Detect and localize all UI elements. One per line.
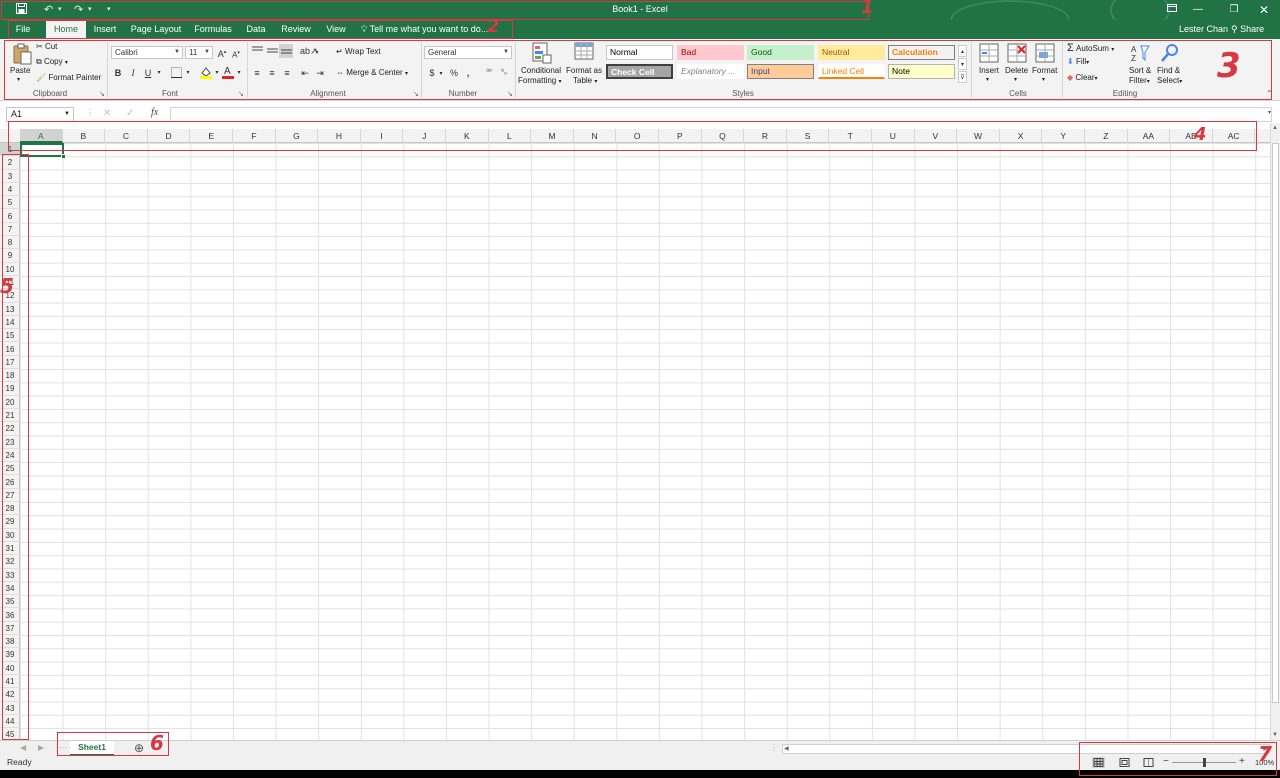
annotation-box-2 xyxy=(8,20,513,39)
formula-input[interactable] xyxy=(170,107,1272,122)
excel-window: ↶ ▾ ↷ ▾ ▾ Book1 - Excel — ❐ ✕ File Home … xyxy=(0,0,1280,778)
annotation-label-4: 4 xyxy=(1194,124,1207,145)
scroll-up-icon[interactable]: ▲ xyxy=(1272,125,1278,131)
restore-icon[interactable]: ❐ xyxy=(1222,2,1246,18)
person-icon: ⚲ xyxy=(1231,24,1238,34)
user-name[interactable]: Lester Chan xyxy=(1179,20,1228,39)
annotation-label-7: 7 xyxy=(1258,742,1272,766)
more-options-icon: ⋮ xyxy=(86,108,94,117)
tab-split-handle[interactable]: ⋮ xyxy=(770,743,778,752)
annotation-label-2: 2 xyxy=(487,16,500,37)
insert-function-icon[interactable]: fx xyxy=(151,107,158,118)
cancel-icon[interactable]: ✕ xyxy=(103,108,111,119)
minimize-icon[interactable]: — xyxy=(1186,2,1210,18)
annotation-label-5: 5 xyxy=(0,274,14,298)
close-icon[interactable]: ✕ xyxy=(1252,2,1276,18)
annotation-box-5 xyxy=(2,154,29,740)
annotation-box-3 xyxy=(4,40,1272,100)
status-ready: Ready xyxy=(7,757,32,767)
annotation-box-7 xyxy=(1079,742,1277,776)
annotation-box-4 xyxy=(8,121,1257,151)
chevron-down-icon: ▼ xyxy=(64,111,70,117)
sheet-prev-icon[interactable]: ◀ xyxy=(20,743,26,752)
vertical-scrollbar[interactable]: ▲ ▼ xyxy=(1270,123,1280,740)
sheet-next-icon[interactable]: ▶ xyxy=(38,743,44,752)
cell-area[interactable] xyxy=(20,143,1270,740)
annotation-label-1: 1 xyxy=(861,0,874,18)
scroll-left-icon[interactable]: ◀ xyxy=(784,745,789,753)
vertical-scroll-thumb[interactable] xyxy=(1272,143,1279,703)
share-button[interactable]: ⚲ Share xyxy=(1229,21,1264,38)
annotation-box-1 xyxy=(1,1,869,20)
ribbon-display-options-icon[interactable] xyxy=(1160,2,1184,18)
expand-formula-bar-icon[interactable]: ▾ xyxy=(1268,109,1271,116)
name-box[interactable]: A1 ▼ xyxy=(6,107,74,122)
worksheet-grid: A B C D E F G H I J K L M N O P Q R S T U V W X Y Z AA AB AC 1234567… xyxy=(0,123,1270,740)
fill-handle[interactable] xyxy=(61,154,66,159)
scroll-down-icon[interactable]: ▼ xyxy=(1272,732,1278,738)
share-label: Share xyxy=(1240,24,1265,34)
enter-icon[interactable]: ✓ xyxy=(126,108,134,119)
annotation-label-3: 3 xyxy=(1217,46,1241,86)
annotation-label-6: 6 xyxy=(150,731,164,755)
name-box-value: A1 xyxy=(11,109,23,119)
